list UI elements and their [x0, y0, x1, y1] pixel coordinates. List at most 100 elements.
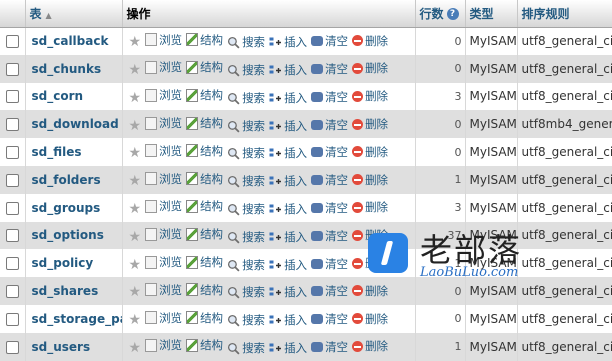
- header-table[interactable]: 表 ▲: [25, 0, 123, 28]
- table-name-link[interactable]: sd_callback: [25, 27, 123, 55]
- star-icon[interactable]: ★: [129, 284, 142, 300]
- table-name-link[interactable]: sd_shares: [25, 277, 123, 305]
- table-name-link[interactable]: sd_storage_pack: [25, 304, 123, 333]
- table-name-link[interactable]: sd_users: [25, 332, 123, 361]
- empty-link[interactable]: 清空: [311, 89, 348, 105]
- browse-link[interactable]: 浏览: [145, 226, 182, 242]
- insert-link[interactable]: 插入: [269, 229, 307, 245]
- header-table-label[interactable]: 表: [30, 7, 42, 21]
- row-checkbox[interactable]: [5, 62, 19, 76]
- insert-link[interactable]: 插入: [269, 173, 307, 189]
- empty-link[interactable]: 清空: [311, 144, 348, 160]
- star-icon[interactable]: ★: [129, 90, 142, 106]
- drop-link[interactable]: 删除: [352, 60, 388, 76]
- browse-link[interactable]: 浏览: [145, 59, 182, 75]
- search-link[interactable]: 搜索: [227, 145, 265, 161]
- browse-link[interactable]: 浏览: [145, 310, 182, 326]
- header-type[interactable]: 类型: [465, 0, 518, 28]
- empty-link[interactable]: 清空: [311, 339, 348, 355]
- table-name-link[interactable]: sd_download: [25, 110, 123, 139]
- drop-link[interactable]: 删除: [352, 199, 388, 215]
- row-checkbox[interactable]: [5, 118, 19, 132]
- structure-link[interactable]: 结构: [186, 143, 223, 159]
- star-icon[interactable]: ★: [129, 118, 142, 134]
- search-link[interactable]: 搜索: [227, 90, 265, 106]
- empty-link[interactable]: 清空: [311, 200, 348, 216]
- row-checkbox[interactable]: [5, 285, 19, 299]
- row-checkbox[interactable]: [5, 146, 19, 160]
- insert-link[interactable]: 插入: [269, 257, 307, 273]
- table-name-link[interactable]: sd_corn: [25, 82, 123, 111]
- empty-link[interactable]: 清空: [311, 256, 348, 272]
- drop-link[interactable]: 删除: [352, 338, 388, 354]
- table-name-link[interactable]: sd_policy: [25, 249, 123, 278]
- star-icon[interactable]: ★: [129, 340, 142, 356]
- search-link[interactable]: 搜索: [227, 284, 265, 300]
- drop-link[interactable]: 删除: [352, 33, 388, 49]
- search-link[interactable]: 搜索: [227, 34, 265, 50]
- insert-link[interactable]: 插入: [269, 90, 307, 106]
- search-link[interactable]: 搜索: [227, 340, 265, 356]
- structure-link[interactable]: 结构: [186, 59, 223, 75]
- structure-link[interactable]: 结构: [186, 226, 223, 242]
- row-checkbox[interactable]: [5, 173, 19, 187]
- browse-link[interactable]: 浏览: [145, 87, 182, 103]
- sort-arrow-icon[interactable]: ▲: [46, 11, 52, 20]
- drop-link[interactable]: 删除: [352, 311, 388, 327]
- row-checkbox[interactable]: [5, 229, 19, 243]
- insert-link[interactable]: 插入: [269, 118, 307, 134]
- insert-link[interactable]: 插入: [269, 145, 307, 161]
- browse-link[interactable]: 浏览: [145, 337, 182, 353]
- star-icon[interactable]: ★: [129, 62, 142, 78]
- empty-link[interactable]: 清空: [311, 228, 348, 244]
- star-icon[interactable]: ★: [129, 34, 142, 50]
- drop-link[interactable]: 删除: [352, 116, 388, 132]
- star-icon[interactable]: ★: [129, 145, 142, 161]
- header-collation[interactable]: 排序规则: [517, 0, 612, 28]
- search-link[interactable]: 搜索: [227, 312, 265, 328]
- star-icon[interactable]: ★: [129, 229, 142, 245]
- table-name-link[interactable]: sd_options: [25, 221, 123, 250]
- browse-link[interactable]: 浏览: [145, 115, 182, 131]
- header-rows[interactable]: 行数?: [415, 0, 466, 28]
- header-rows-label[interactable]: 行数: [420, 7, 444, 21]
- empty-link[interactable]: 清空: [311, 311, 348, 327]
- row-checkbox[interactable]: [5, 340, 19, 354]
- insert-link[interactable]: 插入: [269, 34, 307, 50]
- search-link[interactable]: 搜索: [227, 257, 265, 273]
- empty-link[interactable]: 清空: [311, 117, 348, 133]
- star-icon[interactable]: ★: [129, 312, 142, 328]
- table-name-link[interactable]: sd_chunks: [25, 54, 123, 83]
- empty-link[interactable]: 清空: [311, 33, 348, 49]
- star-icon[interactable]: ★: [129, 257, 142, 273]
- structure-link[interactable]: 结构: [186, 171, 223, 187]
- row-checkbox[interactable]: [5, 257, 19, 271]
- structure-link[interactable]: 结构: [186, 115, 223, 131]
- row-checkbox[interactable]: [5, 90, 19, 104]
- search-link[interactable]: 搜索: [227, 62, 265, 78]
- row-checkbox[interactable]: [5, 35, 19, 49]
- insert-link[interactable]: 插入: [269, 312, 307, 328]
- browse-link[interactable]: 浏览: [145, 282, 182, 298]
- insert-link[interactable]: 插入: [269, 340, 307, 356]
- search-link[interactable]: 搜索: [227, 118, 265, 134]
- drop-link[interactable]: 删除: [352, 172, 388, 188]
- table-name-link[interactable]: sd_groups: [25, 193, 123, 222]
- drop-link[interactable]: 删除: [352, 144, 388, 160]
- empty-link[interactable]: 清空: [311, 172, 348, 188]
- browse-link[interactable]: 浏览: [145, 32, 182, 48]
- browse-link[interactable]: 浏览: [145, 254, 182, 270]
- structure-link[interactable]: 结构: [186, 282, 223, 298]
- insert-link[interactable]: 插入: [269, 201, 307, 217]
- drop-link[interactable]: 删除: [352, 283, 388, 299]
- empty-link[interactable]: 清空: [311, 61, 348, 77]
- search-link[interactable]: 搜索: [227, 173, 265, 189]
- help-icon[interactable]: ?: [446, 8, 459, 21]
- structure-link[interactable]: 结构: [186, 32, 223, 48]
- table-name-link[interactable]: sd_folders: [25, 165, 123, 194]
- structure-link[interactable]: 结构: [186, 87, 223, 103]
- structure-link[interactable]: 结构: [186, 337, 223, 353]
- structure-link[interactable]: 结构: [186, 310, 223, 326]
- row-checkbox[interactable]: [5, 201, 19, 215]
- row-checkbox[interactable]: [5, 312, 19, 326]
